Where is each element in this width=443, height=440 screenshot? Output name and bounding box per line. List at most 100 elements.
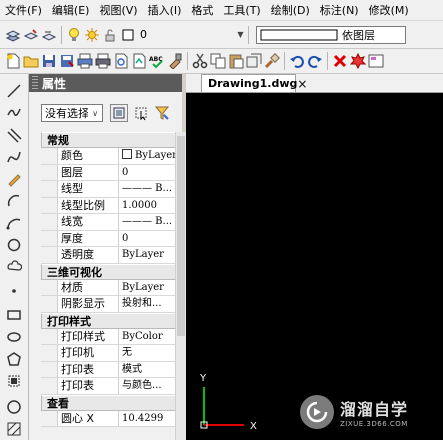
publish-icon[interactable] (131, 53, 147, 69)
ucs-y-label: Y (199, 373, 207, 384)
select-objects-icon[interactable] (133, 105, 149, 121)
property-key: 线型 (58, 181, 119, 197)
layer-select[interactable]: 0 (137, 26, 233, 44)
watermark-title: 溜溜自学 (340, 400, 409, 419)
document-area: Drawing1.dwg × Y X 溜溜自学 ZIXUE.3D66.COM (186, 74, 443, 440)
open-folder-icon[interactable] (23, 53, 39, 69)
layer-select-dropdown[interactable]: ▼ (233, 26, 245, 44)
rectangle-icon[interactable] (5, 306, 23, 324)
property-key: 打印表 (58, 361, 119, 377)
property-key: 线宽 (58, 214, 119, 230)
menu-edit[interactable]: 编辑(E) (47, 2, 95, 18)
donut-icon[interactable] (5, 398, 23, 416)
watermark-logo-icon (300, 395, 334, 429)
scrollbar-thumb[interactable] (177, 136, 185, 336)
menu-modify[interactable]: 修改(M) (364, 2, 414, 18)
line-icon[interactable] (5, 82, 23, 100)
lock-open-icon (102, 27, 118, 43)
layer-combo-value: 依图层 (342, 28, 375, 42)
copy-block-icon[interactable] (246, 53, 262, 69)
layer-state-icon[interactable] (23, 27, 39, 43)
property-key: 打印表 (58, 378, 119, 394)
watermark-url: ZIXUE.3D66.COM (340, 420, 408, 428)
tab-drawing1[interactable]: Drawing1.dwg × (201, 74, 307, 92)
category-label: 查看 (47, 396, 69, 410)
close-icon[interactable]: × (297, 77, 307, 91)
toolbar-separator (248, 25, 249, 44)
revision-cloud-icon[interactable] (5, 258, 23, 276)
hatch-icon[interactable] (5, 420, 23, 438)
spell-check-icon[interactable]: ABC (149, 53, 165, 69)
properties-toolbar: 没有选择 ∨ (41, 102, 171, 124)
properties-scrollbar[interactable] (175, 132, 186, 440)
polygon-icon[interactable] (5, 350, 23, 368)
arc-three-point-icon[interactable] (5, 214, 23, 232)
property-key: 阴影显示 (58, 296, 119, 312)
arc-icon[interactable] (5, 192, 23, 210)
preview-icon[interactable] (113, 53, 129, 69)
tab-label: Drawing1.dwg (208, 77, 298, 90)
paste-icon[interactable] (228, 53, 244, 69)
region-icon[interactable] (5, 372, 23, 390)
draw-toolbar (0, 74, 29, 440)
menu-file[interactable]: 文件(F) (0, 2, 47, 18)
category-label: 打印样式 (47, 314, 91, 328)
property-key: 材质 (58, 279, 119, 295)
polyline-icon[interactable] (5, 104, 23, 122)
print-icon[interactable] (95, 53, 111, 69)
spline-icon[interactable] (5, 148, 23, 166)
layers-toolbar: 0 ▼ 依图层 (0, 21, 443, 49)
bulb-on-icon (66, 27, 82, 43)
property-key: 图层 (58, 164, 119, 180)
layer-property-combo[interactable]: 依图层 (256, 25, 406, 44)
double-line-icon[interactable] (5, 126, 23, 144)
properties-icon[interactable] (368, 53, 384, 69)
undo-icon[interactable] (289, 53, 305, 69)
redo-icon[interactable] (307, 53, 323, 69)
property-value-text: ByLayer (135, 150, 177, 161)
color-bar-icon (260, 29, 338, 40)
toolbar-separator (61, 25, 62, 44)
layer-manager-icon[interactable] (5, 27, 21, 43)
layer-previous-icon[interactable] (41, 27, 57, 43)
menu-insert[interactable]: 插入(I) (143, 2, 187, 18)
print-preview-icon[interactable] (77, 53, 93, 69)
toggle-pickadd-icon[interactable] (110, 104, 128, 122)
match-brush-icon[interactable] (264, 53, 280, 69)
menu-view[interactable]: 视图(V) (94, 2, 142, 18)
save-icon[interactable] (41, 53, 57, 69)
save-as-icon[interactable] (59, 53, 75, 69)
new-file-icon[interactable] (5, 53, 21, 69)
chevron-down-icon: ▼ (237, 30, 244, 39)
layer-color-swatch-icon (120, 27, 136, 43)
circle-icon[interactable] (5, 236, 23, 254)
selection-select[interactable]: 没有选择 ∨ (41, 104, 103, 122)
copy-icon[interactable] (210, 53, 226, 69)
quick-select-icon[interactable] (154, 105, 170, 121)
menu-format[interactable]: 格式 (186, 2, 218, 18)
properties-panel-header[interactable]: 属性 (29, 74, 182, 92)
point-icon[interactable] (5, 282, 23, 300)
selection-select-value: 没有选择 (45, 107, 89, 120)
property-key: 颜色 (58, 148, 119, 164)
menu-draw[interactable]: 绘制(D) (266, 2, 315, 18)
color-swatch (122, 149, 132, 159)
menu-dimension[interactable]: 标注(N) (315, 2, 364, 18)
match-properties-icon[interactable] (167, 53, 183, 69)
property-key: 厚度 (58, 230, 119, 246)
delete-icon[interactable] (332, 53, 348, 69)
cut-icon[interactable] (192, 53, 208, 69)
menu-tools[interactable]: 工具(T) (218, 2, 265, 18)
grip-handle-icon[interactable] (32, 76, 38, 90)
category-label: 三维可视化 (47, 265, 102, 279)
explode-icon[interactable] (350, 53, 366, 69)
toolbar-separator (327, 52, 328, 70)
category-label: 常规 (47, 134, 69, 147)
pencil-icon[interactable] (5, 170, 23, 188)
toolbar-separator (284, 52, 285, 70)
drawing-canvas[interactable]: Y X 溜溜自学 ZIXUE.3D66.COM (186, 93, 443, 440)
property-key: 打印机 (58, 345, 119, 361)
ellipse-icon[interactable] (5, 328, 23, 346)
ucs-icon: Y X (199, 373, 257, 432)
properties-panel: 属性 没有选择 ∨ 常规 ▲ 颜色ByLayer 图层0 线型——— B... … (29, 74, 203, 440)
